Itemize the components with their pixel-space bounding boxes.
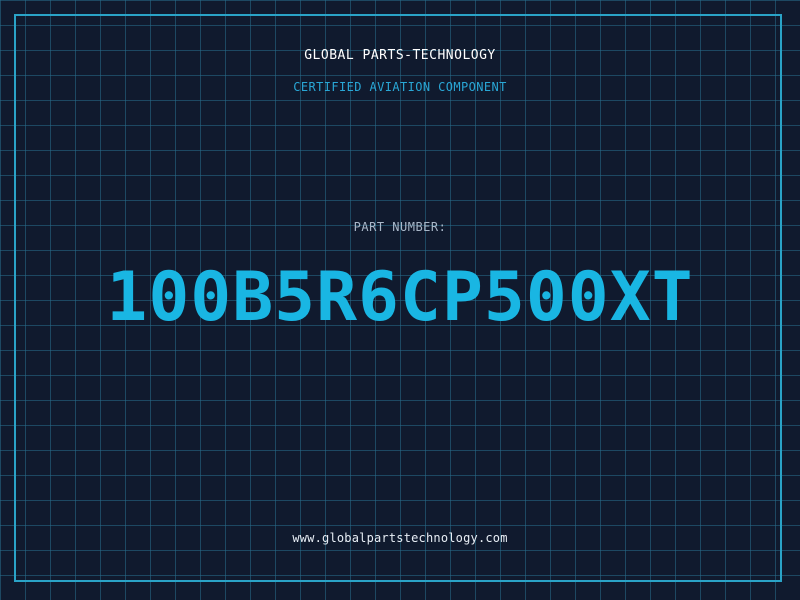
- website-url: www.globalpartstechnology.com: [292, 531, 508, 545]
- tagline: CERTIFIED AVIATION COMPONENT: [293, 80, 507, 94]
- part-number-value: 100B5R6CP500XT: [106, 258, 694, 337]
- part-number-label: PART NUMBER:: [353, 220, 447, 234]
- part-label-card: GLOBAL PARTS-TECHNOLOGY CERTIFIED AVIATI…: [0, 0, 800, 600]
- company-name: GLOBAL PARTS-TECHNOLOGY: [304, 48, 496, 63]
